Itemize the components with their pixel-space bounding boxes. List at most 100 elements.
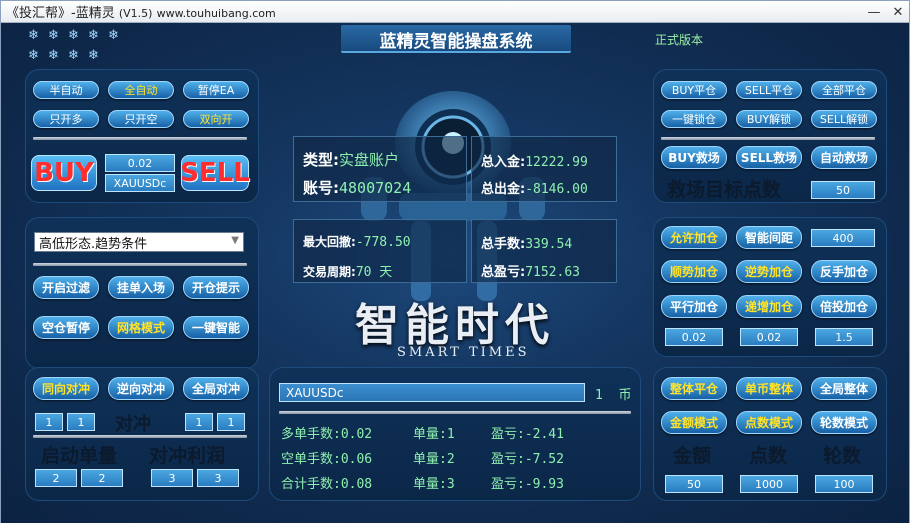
snowflake-icon: ❄ — [88, 28, 99, 43]
global-close-button[interactable]: 全局整体 — [811, 377, 877, 400]
rescue-target-field[interactable]: 50 — [811, 181, 875, 199]
coin-count: 1 币 — [595, 388, 632, 403]
points-field[interactable]: 1000 — [740, 475, 798, 493]
hedge-field[interactable]: 1 — [67, 413, 95, 431]
total-lots-row: 合计手数:0.08 — [281, 477, 373, 492]
reverse-add-button[interactable]: 反手加仓 — [811, 260, 877, 283]
pending-entry-button[interactable]: 挂单入场 — [108, 276, 174, 299]
close-icon[interactable]: ✕ — [887, 2, 909, 22]
close-all-button[interactable]: 全部平仓 — [811, 81, 877, 99]
pause-ea-button[interactable]: 暂停EA — [183, 81, 249, 99]
total-withdraw: 总出金:-8146.00 — [481, 182, 588, 197]
hedge-profit-field[interactable]: 3 — [197, 469, 239, 487]
points-mode-button[interactable]: 点数模式 — [736, 411, 802, 434]
trend-add-button[interactable]: 顺势加仓 — [661, 260, 727, 283]
multiply-value-field[interactable]: 1.5 — [815, 328, 873, 346]
total-pl: 总盈亏:7152.63 — [481, 265, 580, 280]
multiply-add-button[interactable]: 倍投加仓 — [811, 295, 877, 318]
auto-rescue-button[interactable]: 自动救场 — [811, 146, 877, 169]
reverse-hedge-button[interactable]: 逆向对冲 — [108, 377, 174, 400]
long-count: 单量:1 — [413, 427, 455, 442]
minimize-icon[interactable]: — — [863, 2, 885, 22]
app-window: 《投汇帮》-蓝精灵 (V1.5) www.touhuibang.com — ✕ … — [0, 0, 910, 523]
start-lot-field[interactable]: 2 — [81, 469, 123, 487]
divider — [661, 137, 875, 140]
hedge-profit-field[interactable]: 3 — [151, 469, 193, 487]
hedge-profit-label: 对冲利润 — [149, 445, 226, 467]
divider — [279, 411, 631, 414]
mode-panel: 半自动 全自动 暂停EA 只开多 只开空 双向开 BUY 0.02 XAUUSD… — [25, 69, 259, 203]
window-title: 《投汇帮》-蓝精灵 (V1.5) www.touhuibang.com — [6, 6, 276, 21]
positions-symbol-field[interactable]: XAUUSDc — [279, 383, 585, 402]
long-pl: 盈亏:-2.41 — [491, 427, 564, 442]
short-count: 单量:2 — [413, 452, 455, 467]
start-lot-field[interactable]: 2 — [35, 469, 77, 487]
main-body: ❄ ❄ ❄ ❄ ❄ ❄ ❄ ❄ ❄ 蓝精灵智能操盘系统 正式版本 半自动 全自动… — [1, 23, 909, 523]
divider — [33, 263, 247, 266]
header-bar: 蓝精灵智能操盘系统 — [341, 25, 571, 53]
account-type: 类型:实盘账户 — [303, 151, 400, 169]
short-pl: 盈亏:-7.52 — [491, 452, 564, 467]
total-deposit: 总入金:12222.99 — [481, 155, 588, 170]
one-click-lock-button[interactable]: 一键锁仓 — [661, 110, 727, 128]
counter-add-button[interactable]: 逆势加仓 — [736, 260, 802, 283]
edition-label: 正式版本 — [655, 33, 704, 47]
snowflake-icon: ❄ — [68, 28, 79, 43]
one-click-smart-button[interactable]: 一键智能 — [183, 316, 249, 339]
short-only-button[interactable]: 只开空 — [108, 110, 174, 128]
same-hedge-button[interactable]: 同向对冲 — [33, 377, 99, 400]
semi-auto-button[interactable]: 半自动 — [33, 81, 99, 99]
short-lots: 空单手数:0.06 — [281, 452, 373, 467]
buy-rescue-button[interactable]: BUY救场 — [661, 146, 727, 169]
increment-value-field[interactable]: 0.02 — [740, 328, 798, 346]
flat-pause-button[interactable]: 空仓暂停 — [33, 316, 99, 339]
hedge-panel: 同向对冲 逆向对冲 全局对冲 1 1 对冲 1 1 启动单量 对冲利润 2 2 … — [25, 367, 259, 501]
sell-close-button[interactable]: SELL平仓 — [736, 81, 802, 99]
full-auto-button[interactable]: 全自动 — [108, 81, 174, 99]
page-title: 蓝精灵智能操盘系统 — [379, 32, 533, 52]
smart-interval-button[interactable]: 智能间距 — [736, 226, 802, 249]
buy-button[interactable]: BUY — [31, 155, 97, 191]
lot-field[interactable]: 0.02 — [105, 154, 175, 172]
overall-close-button[interactable]: 整体平仓 — [661, 377, 727, 400]
parallel-value-field[interactable]: 0.02 — [665, 328, 723, 346]
open-alert-button[interactable]: 开仓提示 — [183, 276, 249, 299]
hedge-field[interactable]: 1 — [35, 413, 63, 431]
amount-field[interactable]: 50 — [665, 475, 723, 493]
rounds-field[interactable]: 100 — [815, 475, 873, 493]
single-coin-close-button[interactable]: 单币整体 — [736, 377, 802, 400]
snowflake-icon: ❄ — [48, 48, 59, 63]
title-bar: 《投汇帮》-蓝精灵 (V1.5) www.touhuibang.com — ✕ — [1, 1, 909, 23]
interval-field[interactable]: 400 — [811, 229, 875, 247]
parallel-add-button[interactable]: 平行加仓 — [661, 295, 727, 318]
hedge-field[interactable]: 1 — [217, 413, 245, 431]
start-lot-label: 启动单量 — [41, 445, 118, 467]
symbol-field[interactable]: XAUUSDc — [105, 174, 175, 192]
points-label: 点数 — [749, 445, 788, 467]
hedge-label: 对冲 — [115, 414, 151, 435]
amount-label: 金额 — [673, 445, 712, 467]
sell-rescue-button[interactable]: SELL救场 — [736, 146, 802, 169]
overall-close-panel: 整体平仓 单币整体 全局整体 金额模式 点数模式 轮数模式 金额 点数 轮数 5… — [653, 367, 887, 501]
sell-button[interactable]: SELL — [180, 155, 250, 191]
grid-mode-button[interactable]: 网格模式 — [108, 316, 174, 339]
amount-mode-button[interactable]: 金额模式 — [661, 411, 727, 434]
allow-add-button[interactable]: 允许加仓 — [661, 226, 727, 249]
buy-close-button[interactable]: BUY平仓 — [661, 81, 727, 99]
rounds-mode-button[interactable]: 轮数模式 — [811, 411, 877, 434]
both-ways-button[interactable]: 双向开 — [183, 110, 249, 128]
condition-dropdown[interactable]: 高低形态.趋势条件 ▼ — [34, 232, 244, 252]
snowflake-icon: ❄ — [28, 48, 39, 63]
enable-filter-button[interactable]: 开启过滤 — [33, 276, 99, 299]
long-only-button[interactable]: 只开多 — [33, 110, 99, 128]
buy-unlock-button[interactable]: BUY解锁 — [736, 110, 802, 128]
global-hedge-button[interactable]: 全局对冲 — [183, 377, 249, 400]
increment-add-button[interactable]: 递增加仓 — [736, 295, 802, 318]
close-panel: BUY平仓 SELL平仓 全部平仓 一键锁仓 BUY解锁 SELL解锁 BUY救… — [653, 69, 887, 203]
sell-unlock-button[interactable]: SELL解锁 — [811, 110, 877, 128]
hedge-field[interactable]: 1 — [185, 413, 213, 431]
rescue-target-label: 救场目标点数 — [667, 179, 782, 201]
total-count: 单量:3 — [413, 477, 455, 492]
snowflake-icon: ❄ — [48, 28, 59, 43]
snowflake-icon: ❄ — [28, 28, 39, 43]
